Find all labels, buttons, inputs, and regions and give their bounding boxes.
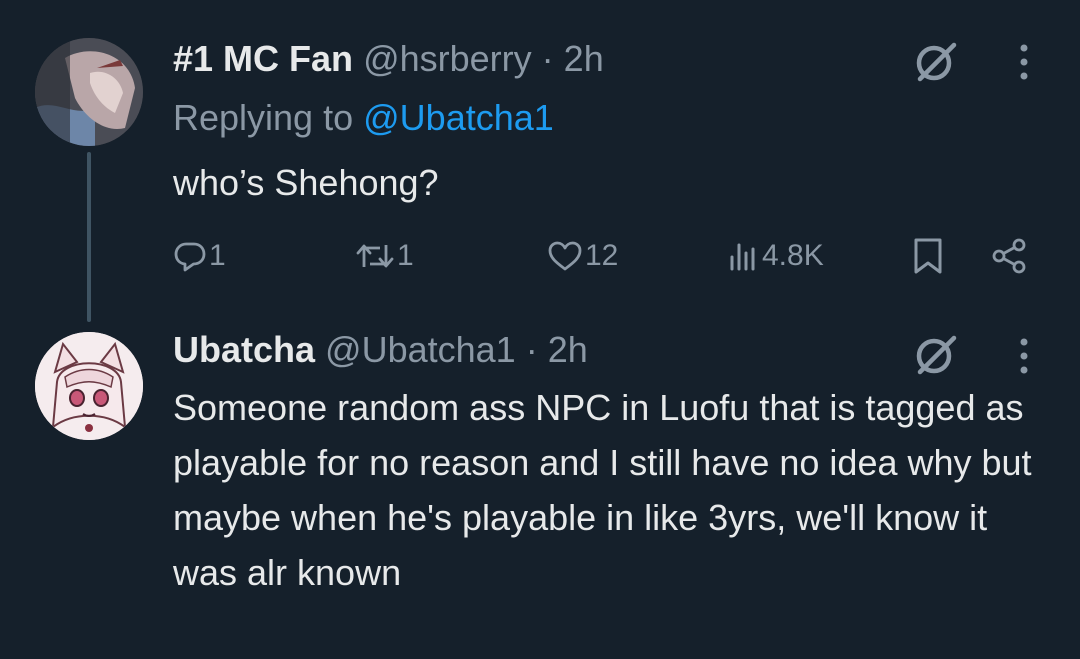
- reply-icon: [174, 242, 206, 272]
- grok-icon[interactable]: [912, 330, 960, 378]
- timestamp[interactable]: 2h: [564, 38, 604, 79]
- avatar[interactable]: [35, 38, 143, 146]
- share-button[interactable]: [990, 232, 1028, 280]
- views-button[interactable]: 4.8K: [728, 232, 824, 280]
- views-count: 4.8K: [762, 239, 824, 272]
- views-icon: [730, 243, 755, 271]
- handle[interactable]: @Ubatcha1: [325, 329, 516, 370]
- action-bar: 1 1 12 4.8K: [173, 232, 1053, 280]
- avatar[interactable]: [35, 332, 143, 440]
- like-count: 12: [585, 239, 619, 272]
- avatar-image: [35, 332, 143, 440]
- replying-mention[interactable]: @Ubatcha1: [363, 97, 554, 138]
- more-icon[interactable]: [1018, 336, 1030, 376]
- separator: ·: [525, 329, 538, 370]
- tweet-header: #1 MC Fan @hsrberry · 2h: [173, 37, 604, 81]
- tweet-header: Ubatcha @Ubatcha1 · 2h: [173, 328, 588, 372]
- timestamp[interactable]: 2h: [548, 329, 588, 370]
- like-icon: [548, 241, 582, 271]
- display-name[interactable]: #1 MC Fan: [173, 38, 353, 79]
- display-name[interactable]: Ubatcha: [173, 329, 315, 370]
- thread-line: [87, 152, 91, 322]
- grok-icon[interactable]: [912, 37, 960, 85]
- bookmark-icon: [914, 238, 942, 274]
- repost-count: 1: [397, 239, 414, 272]
- like-button[interactable]: 12: [547, 232, 618, 280]
- tweet[interactable]: Ubatcha @Ubatcha1 · 2h Someone random as…: [0, 328, 1080, 659]
- repost-icon: [356, 244, 394, 268]
- repost-button[interactable]: 1: [355, 232, 414, 280]
- reply-count: 1: [209, 239, 226, 272]
- share-icon: [992, 238, 1026, 274]
- reply-button[interactable]: 1: [173, 232, 226, 280]
- separator: ·: [541, 38, 554, 79]
- bookmark-button[interactable]: [911, 232, 945, 280]
- replying-to: Replying to @Ubatcha1: [173, 96, 554, 140]
- handle[interactable]: @hsrberry: [363, 38, 532, 79]
- tweet[interactable]: #1 MC Fan @hsrberry · 2h Replying to @Ub…: [0, 0, 1080, 330]
- tweet-text: Someone random ass NPC in Luofu that is …: [173, 387, 1032, 593]
- replying-prefix: Replying to: [173, 97, 354, 138]
- avatar-image: [35, 38, 143, 146]
- tweet-text: who’s Shehong?: [173, 162, 439, 203]
- more-icon[interactable]: [1018, 42, 1030, 82]
